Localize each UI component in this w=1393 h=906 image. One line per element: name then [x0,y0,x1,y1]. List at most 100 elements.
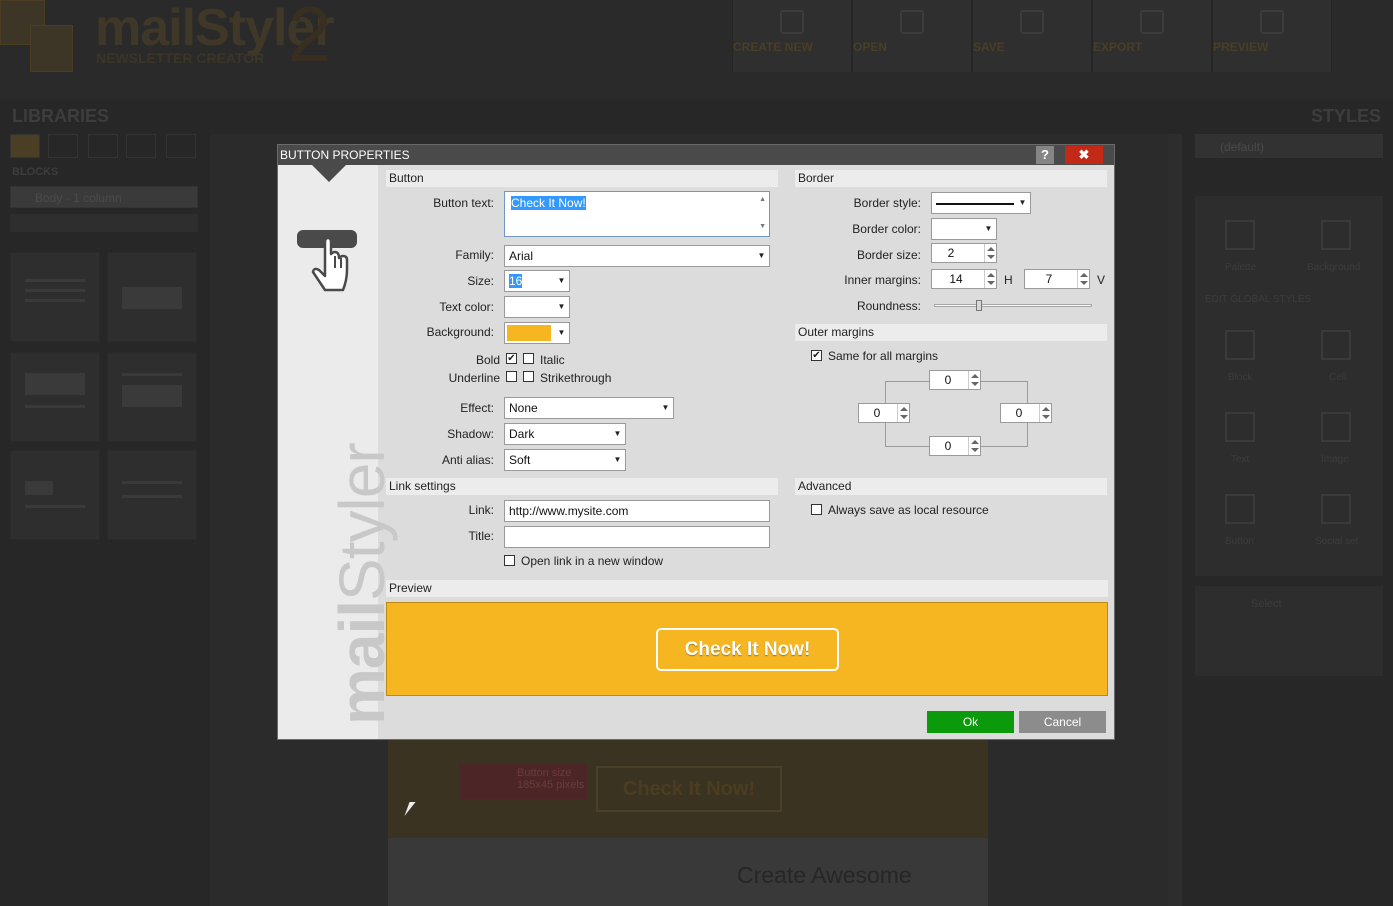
outer-margins-section-title: Outer margins [795,324,1107,341]
library-pager[interactable] [10,214,198,232]
underline-checkbox[interactable] [506,371,517,382]
scroll-down-icon[interactable]: ▼ [759,223,766,230]
same-margins-checkbox[interactable]: ✔ [811,350,822,361]
border-color-picker[interactable]: ▼ [931,218,997,240]
spin-arrows-icon[interactable] [1077,270,1089,288]
button-text-value: Check It Now! [511,196,586,210]
close-button[interactable]: ✖ [1065,146,1103,164]
dialog-title: BUTTON PROPERTIES [278,145,1114,165]
spin-arrows-icon[interactable] [1039,404,1051,422]
block-icon[interactable] [1225,330,1255,360]
tab-images[interactable] [88,134,118,158]
inner-margin-v-spinner[interactable]: 7 [1024,269,1090,289]
margin-top-spinner[interactable]: 0 [929,370,981,390]
preview-button[interactable]: PREVIEW [1212,0,1332,72]
blocks-select[interactable]: Body - 1 column [10,186,198,208]
chevron-down-icon: ▼ [984,224,993,233]
font-size-select[interactable]: 16 ▼ [504,270,570,292]
new-window-checkbox[interactable] [504,555,515,566]
text-color-picker[interactable]: ▼ [504,296,570,318]
tab-text[interactable] [48,134,78,158]
preview-button: Check It Now! [656,628,839,671]
anti-alias-select[interactable]: Soft ▼ [504,449,626,471]
roundness-slider[interactable] [934,300,1092,311]
styles-select[interactable]: (default) [1195,134,1383,158]
strikethrough-checkbox[interactable] [523,371,534,382]
chevron-down-icon: ▼ [613,429,622,438]
spin-arrows-icon[interactable] [968,371,980,389]
spin-arrows-icon[interactable] [984,270,996,288]
bold-label: Bold [475,353,500,367]
canvas-scrollbar[interactable] [1168,134,1182,906]
spin-arrows-icon[interactable] [984,244,996,262]
canvas-button[interactable]: Check It Now! [596,766,782,812]
family-label: Family: [455,248,494,262]
slider-thumb[interactable] [976,300,983,311]
link-input[interactable]: http://www.mysite.com [504,500,770,522]
border-style-select[interactable]: ▼ [931,192,1031,214]
open-button[interactable]: OPEN [852,0,972,72]
margin-bottom-spinner[interactable]: 0 [929,436,981,456]
image-style-icon[interactable] [1321,412,1351,442]
block-thumbnail[interactable] [107,252,197,342]
font-family-select[interactable]: Arial ▼ [504,245,770,267]
chevron-down-icon: ▼ [613,455,622,464]
palette-label: Palette [1225,262,1257,273]
button-size-label: Button size [517,767,572,779]
effect-select[interactable]: None ▼ [504,397,674,419]
save-button[interactable]: SAVE [972,0,1092,72]
effect-value: None [509,401,538,415]
size-label: Size: [467,274,494,288]
block-thumbnail[interactable] [10,352,100,442]
shadow-select[interactable]: Dark ▼ [504,423,626,445]
link-title-input[interactable] [504,526,770,548]
chevron-down-icon: ▼ [557,328,566,337]
border-section-title: Border [795,170,1107,187]
social-set-icon[interactable] [1321,494,1351,524]
help-button[interactable]: ? [1036,146,1054,164]
block-thumbnail[interactable] [107,352,197,442]
spin-arrows-icon[interactable] [897,404,909,422]
local-resource-checkbox[interactable] [811,504,822,515]
new-file-icon [780,10,804,34]
margin-left-spinner[interactable]: 0 [858,403,910,423]
bold-checkbox[interactable]: ✔ [506,353,517,364]
styles-title: STYLES [1310,106,1381,126]
background-icon[interactable] [1321,220,1351,250]
tab-social[interactable] [166,134,196,158]
inner-margin-h-spinner[interactable]: 14 [931,269,997,289]
create-new-button[interactable]: CREATE NEW [732,0,852,72]
export-button[interactable]: EXPORT [1092,0,1212,72]
cell-label: Cell [1329,372,1347,383]
block-thumbnail[interactable] [10,450,100,540]
underline-label: Underline [448,371,500,385]
preview-section-title: Preview [386,580,1108,597]
button-size-value: 185x45 pixels [517,779,585,791]
spin-arrows-icon[interactable] [968,437,980,455]
border-size-label: Border size: [856,248,921,262]
border-size-spinner[interactable]: 2 [931,243,997,263]
ok-button[interactable]: Ok [927,711,1014,733]
palette-icon[interactable] [1225,220,1255,250]
scroll-up-icon[interactable]: ▲ [759,196,766,203]
cancel-button[interactable]: Cancel [1019,711,1106,733]
text-style-icon[interactable] [1225,412,1255,442]
button-style-icon[interactable] [1225,494,1255,524]
button-text-field[interactable]: Check It Now! ▲ ▼ [504,191,770,237]
same-margins-label: Same for all margins [828,349,939,363]
tab-blocks[interactable] [10,134,40,158]
tab-buttons[interactable] [126,134,156,158]
background-color-picker[interactable]: ▼ [504,322,570,344]
cell-icon[interactable] [1321,330,1351,360]
font-family-value: Arial [509,249,534,263]
anti-alias-label: Anti alias: [441,453,494,467]
margin-right-value: 0 [1015,406,1023,420]
block-thumbnail[interactable] [10,252,100,342]
block-thumbnail[interactable] [107,450,197,540]
chevron-down-icon: ▼ [757,251,766,260]
select-tools-panel: Select [1195,586,1383,676]
shadow-label: Shadow: [447,427,494,441]
margin-right-spinner[interactable]: 0 [1000,403,1052,423]
floppy-icon [1020,10,1044,34]
italic-checkbox[interactable] [523,353,534,364]
